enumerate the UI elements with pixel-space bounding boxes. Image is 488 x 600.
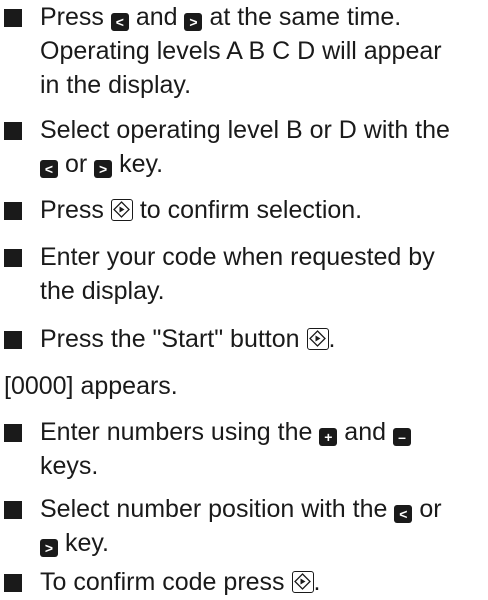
bullet-icon [4,9,22,27]
start-button-icon [291,571,314,593]
step-1-part-5: in the display. [40,71,192,99]
step-5-text: Press the "Start" button . [40,322,484,356]
step-8-part-1: To confirm code press [40,568,285,596]
step-5-part-1: Press the "Start" button [40,325,300,353]
bullet-icon [4,202,22,220]
start-button-icon [110,199,133,221]
step-2-text: Select operating level B or D with the o… [40,113,484,181]
step-7-part-3: key. [64,529,109,557]
step-2-part-1: Select operating level B or D with the [40,116,450,144]
step-4-part-2: the display. [40,277,165,305]
step-8-part-2: . [313,568,321,596]
step-8-text: To confirm code press . [40,565,484,599]
step-7-part-2: or [419,495,442,523]
status-note: [0000] appears. [4,372,178,400]
step-1-part-2: and [135,3,178,31]
step-1-text: Press and at the same time. Operating le… [40,0,484,102]
right-arrow-key-icon [40,539,58,557]
step-1-part-4: Operating levels A B C D will appear [40,37,442,65]
step-3-part-1: Press [40,196,104,224]
right-arrow-key-icon [94,160,113,178]
step-7-text: Select number position with the or key. [40,492,484,560]
step-5-part-2: . [328,325,336,353]
minus-key-icon [392,428,411,446]
bullet-icon [4,501,22,519]
start-button-icon [306,328,329,350]
step-4-text: Enter your code when requested by the di… [40,240,484,308]
plus-key-icon [319,428,338,446]
step-6-part-1: Enter numbers using the [40,418,313,446]
bullet-icon [4,424,22,442]
left-arrow-key-icon [40,160,58,178]
right-arrow-key-icon [184,13,203,31]
left-arrow-key-icon [110,13,129,31]
step-7-part-1: Select number position with the [40,495,388,523]
bullet-icon [4,331,22,349]
bullet-icon [4,122,22,140]
step-1-part-3: at the same time. [209,3,402,31]
bullet-icon [4,249,22,267]
step-6-part-3: keys. [40,452,99,480]
step-2-part-3: key. [119,150,164,178]
step-3-part-2: to confirm selection. [139,196,363,224]
step-6-text: Enter numbers using the and keys. [40,415,484,483]
step-4-part-1: Enter your code when requested by [40,243,435,271]
step-1-part-1: Press [40,3,104,31]
left-arrow-key-icon [394,505,413,523]
step-3-text: Press to confirm selection. [40,193,484,227]
step-6-part-2: and [344,418,387,446]
instruction-page: Press and at the same time. Operating le… [0,0,488,600]
step-2-part-2: or [64,150,88,178]
bullet-icon [4,574,22,592]
